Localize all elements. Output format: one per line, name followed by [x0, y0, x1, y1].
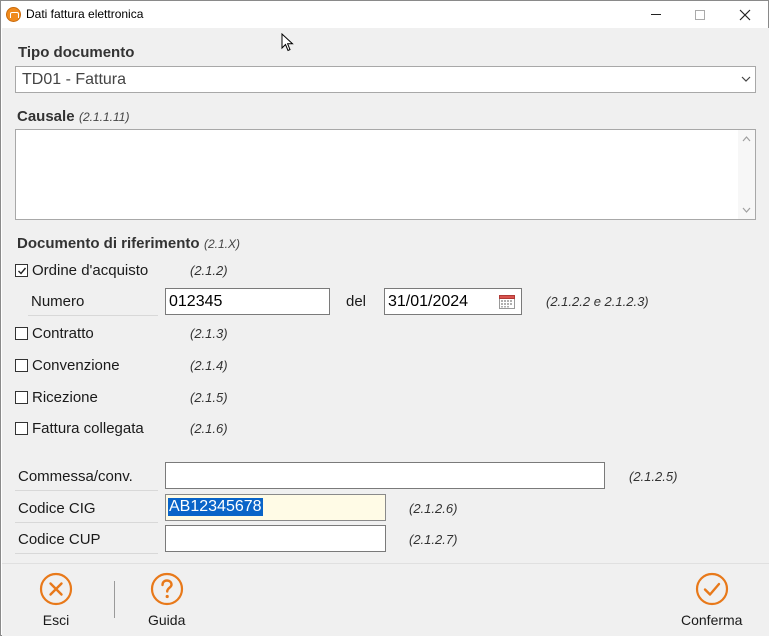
minimize-icon [650, 14, 661, 15]
ricezione-label[interactable]: Ricezione [32, 389, 98, 406]
commessa-label-underline [15, 490, 158, 491]
scroll-down-icon[interactable] [742, 207, 751, 213]
minimize-button[interactable] [633, 1, 678, 28]
codice-cup-label-underline [15, 553, 158, 554]
esci-label: Esci [42, 612, 70, 628]
mouse-cursor-icon [281, 33, 294, 52]
commessa-code: (2.1.2.5) [629, 469, 678, 484]
ricezione-code: (2.1.5) [190, 390, 228, 405]
codice-cig-label: Codice CIG [18, 500, 96, 517]
app-logo-icon [6, 7, 21, 22]
documento-riferimento-hint: (2.1.X) [203, 237, 240, 251]
calendar-icon[interactable] [499, 294, 515, 309]
contratto-label[interactable]: Contratto [32, 325, 94, 342]
ordine-acquisto-code: (2.1.2) [190, 263, 228, 278]
codice-cup-label: Codice CUP [18, 531, 101, 548]
contratto-code: (2.1.3) [190, 326, 228, 341]
causale-scrollbar[interactable] [738, 130, 755, 219]
tipo-documento-value: TD01 - Fattura [22, 71, 127, 88]
dialog-window: Dati fattura elettronica Tipo documento … [0, 0, 769, 636]
codice-cig-label-underline [15, 522, 158, 523]
commessa-label: Commessa/conv. [18, 468, 133, 485]
close-button[interactable] [722, 1, 767, 28]
footer-separator [114, 581, 115, 618]
guida-label: Guida [148, 612, 186, 628]
window-title: Dati fattura elettronica [26, 7, 144, 21]
footer-toolbar: Esci Guida Conferma [2, 563, 769, 636]
confirm-check-circle-icon [695, 572, 728, 606]
codice-cup-code: (2.1.2.7) [409, 532, 458, 547]
conferma-button[interactable]: Conferma [681, 572, 742, 628]
convenzione-checkbox[interactable] [15, 359, 28, 372]
close-icon [739, 9, 750, 20]
codice-cig-value: AB12345678 [168, 498, 263, 516]
codice-cig-code: (2.1.2.6) [409, 501, 458, 516]
chevron-down-icon [741, 76, 751, 82]
data-input[interactable]: 31/01/2024 [384, 288, 522, 315]
ordine-acquisto-checkbox[interactable] [15, 264, 28, 277]
esci-button[interactable]: Esci [39, 572, 73, 628]
contratto-checkbox[interactable] [15, 327, 28, 340]
documento-riferimento-label: Documento di riferimento [17, 235, 200, 252]
causale-label: Causale [17, 108, 75, 125]
exit-x-circle-icon [39, 572, 73, 606]
tipo-documento-label: Tipo documento [18, 44, 135, 61]
convenzione-code: (2.1.4) [190, 358, 228, 373]
documento-riferimento-heading: Documento di riferimento (2.1.X) [17, 235, 240, 253]
ordine-acquisto-label[interactable]: Ordine d'acquisto [32, 262, 148, 279]
numero-data-code: (2.1.2.2 e 2.1.2.3) [546, 294, 649, 309]
numero-input[interactable]: 012345 [165, 288, 330, 315]
convenzione-label[interactable]: Convenzione [32, 357, 120, 374]
guida-button[interactable]: Guida [148, 572, 185, 628]
maximize-icon [694, 9, 705, 20]
scroll-up-icon[interactable] [742, 136, 751, 142]
title-bar[interactable]: Dati fattura elettronica [1, 1, 768, 28]
checkmark-icon [18, 267, 27, 275]
numero-label-underline [28, 315, 158, 316]
tipo-documento-select[interactable]: TD01 - Fattura [15, 66, 756, 93]
help-question-circle-icon [150, 572, 183, 606]
data-value: 31/01/2024 [388, 293, 469, 310]
ricezione-checkbox[interactable] [15, 391, 28, 404]
conferma-label: Conferma [681, 612, 743, 628]
numero-label: Numero [31, 293, 85, 310]
commessa-input[interactable] [165, 462, 605, 489]
fattura-collegata-code: (2.1.6) [190, 421, 228, 436]
del-label: del [346, 293, 367, 310]
fattura-collegata-checkbox[interactable] [15, 422, 28, 435]
numero-value: 012345 [169, 293, 223, 310]
causale-heading: Causale (2.1.1.11) [17, 108, 129, 126]
codice-cup-input[interactable] [165, 525, 386, 552]
causale-hint: (2.1.1.11) [79, 110, 130, 124]
causale-textarea[interactable] [15, 129, 756, 220]
codice-cig-input[interactable]: AB12345678 [165, 494, 386, 521]
fattura-collegata-label[interactable]: Fattura collegata [32, 420, 144, 437]
maximize-button[interactable] [677, 1, 722, 28]
